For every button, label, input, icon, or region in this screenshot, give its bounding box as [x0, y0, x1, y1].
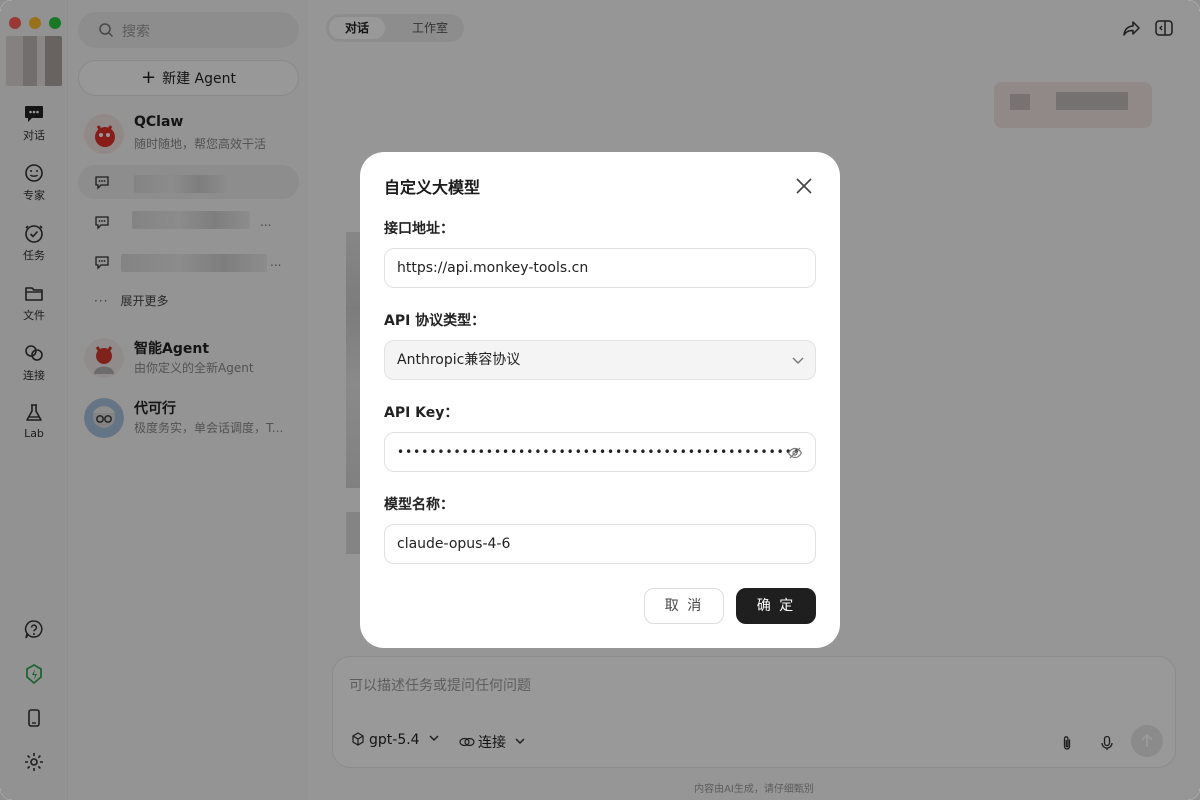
protocol-select[interactable]: Anthropic兼容协议: [384, 340, 816, 380]
close-icon[interactable]: [792, 174, 816, 198]
chevron-down-icon: [792, 357, 804, 364]
cancel-button[interactable]: 取 消: [644, 588, 724, 624]
apikey-label: API Key：: [384, 405, 459, 421]
custom-model-dialog: 自定义大模型 接口地址： https://api.monkey-tools.cn…: [360, 152, 840, 648]
apikey-masked-value: ••••••••••••••••••••••••••••••••••••••••…: [397, 445, 801, 459]
endpoint-value: https://api.monkey-tools.cn: [397, 260, 589, 276]
apikey-field[interactable]: ••••••••••••••••••••••••••••••••••••••••…: [384, 432, 816, 472]
dialog-title: 自定义大模型: [384, 178, 481, 197]
confirm-button[interactable]: 确 定: [736, 588, 816, 624]
app-window: 对话 专家 任务 文件 连接 Lab 搜索 + 新建 Agent QClaw 随…: [0, 0, 1200, 800]
eye-off-icon[interactable]: [787, 445, 803, 461]
model-name-value: claude-opus-4-6: [397, 536, 511, 552]
protocol-label: API 协议类型：: [384, 313, 486, 329]
model-name-field[interactable]: claude-opus-4-6: [384, 524, 816, 564]
endpoint-label: 接口地址：: [384, 221, 454, 237]
protocol-value: Anthropic兼容协议: [397, 352, 521, 368]
model-name-label: 模型名称：: [384, 497, 454, 513]
endpoint-field[interactable]: https://api.monkey-tools.cn: [384, 248, 816, 288]
